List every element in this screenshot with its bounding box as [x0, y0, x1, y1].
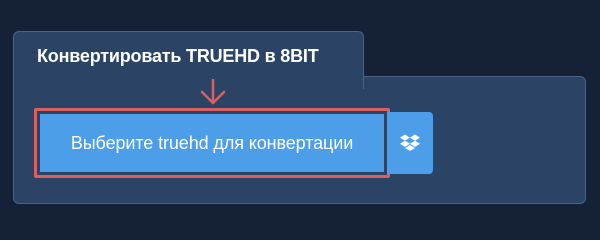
arrow-down-icon: [200, 79, 226, 105]
tab-joint: [14, 75, 363, 79]
converter-title: Конвертировать TRUEHD в 8BIT: [37, 46, 319, 66]
dropbox-icon: [400, 134, 420, 151]
choose-file-button[interactable]: Выберите truehd для конвертации: [40, 114, 384, 172]
dropbox-button[interactable]: [387, 112, 433, 174]
